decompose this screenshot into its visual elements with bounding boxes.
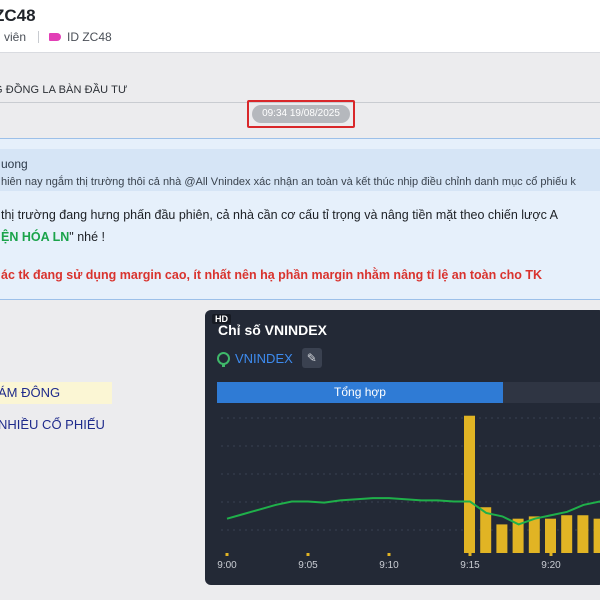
message-line-3: ác tk đang sử dụng margin cao, ít nhất n… <box>1 268 543 282</box>
left-label-2: NHIỀU CỔ PHIẾU <box>0 417 105 432</box>
tag-icon <box>49 33 62 41</box>
message-line-1: thị trường đang hưng phấn đầu phiên, cả … <box>1 208 558 222</box>
quote-author: uong <box>1 157 28 171</box>
volume-bar <box>528 516 540 553</box>
timestamp-highlight: 09:34 19/08/2025 <box>247 100 355 128</box>
x-tick-label: 9:00 <box>217 560 237 571</box>
x-tick-label: 9:05 <box>298 560 318 571</box>
message-line-2-rest: " nhé ! <box>69 230 106 244</box>
volume-bar <box>464 415 475 553</box>
volume-bar <box>561 515 573 553</box>
message-highlight: ỆN HÓA LN <box>1 230 70 244</box>
left-label-1: ÁM ĐÔNG <box>0 382 112 404</box>
x-tick-label: 9:20 <box>541 560 561 571</box>
message-card[interactable]: uong hiên nay ngắm thị trường thôi cả nh… <box>0 138 600 300</box>
intraday-chart: 9:00 9:05 9:10 9:15 9:20 <box>217 415 600 571</box>
volume-bar <box>577 515 589 553</box>
chat-meta: viên ID ZC48 <box>0 30 112 44</box>
volume-bar <box>593 518 600 553</box>
meta-divider <box>38 31 40 43</box>
reply-quote[interactable]: uong hiên nay ngắm thị trường thôi cả nh… <box>0 149 600 191</box>
volume-bar <box>545 518 556 553</box>
chat-header: ZC48 viên ID ZC48 <box>0 0 600 53</box>
member-role: viên <box>4 30 27 44</box>
message-timestamp: 09:34 19/08/2025 <box>252 105 350 123</box>
x-tick-label: 9:15 <box>460 560 480 571</box>
chart-panel[interactable]: HD Chỉ số VNINDEX VNINDEX ✎ Tổng hợp 9:0… <box>205 310 600 585</box>
message-line-2: ỆN HÓA LN" nhé ! <box>1 230 105 244</box>
x-tick-label: 9:10 <box>379 560 399 571</box>
chat-title: ZC48 <box>0 6 36 25</box>
channel-name: G ĐỒNG LA BÀN ĐẦU TƯ <box>0 84 128 96</box>
quote-text: hiên nay ngắm thị trường thôi cả nhà @Al… <box>1 176 576 188</box>
id-label[interactable]: ID ZC48 <box>67 30 112 44</box>
volume-bar <box>496 524 508 553</box>
